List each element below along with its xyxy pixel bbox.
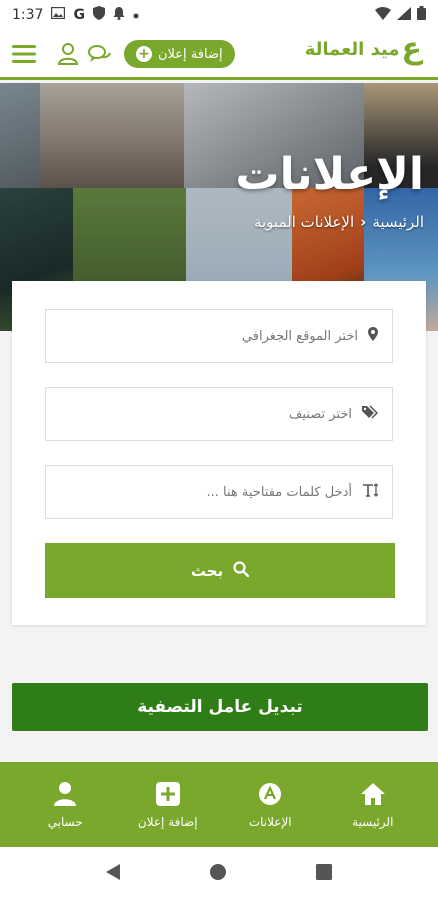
text-height-icon — [362, 483, 379, 501]
search-icon — [233, 560, 250, 581]
chevron-icon: ‹ — [360, 213, 367, 231]
plus-icon: + — [136, 46, 152, 62]
battery-icon — [417, 6, 426, 24]
page-title: الإعلانات — [235, 149, 424, 200]
ads-icon — [258, 781, 282, 807]
home-icon — [360, 781, 385, 807]
nav-add-ad-label: إضافة إعلان — [137, 814, 198, 829]
keywords-placeholder: أدخل كلمات مفتاحية هنا ... — [206, 484, 352, 500]
logo-text: ميد العمالة — [304, 38, 400, 60]
category-placeholder: اختر تصنيف — [288, 406, 352, 422]
recents-icon[interactable] — [316, 863, 332, 884]
location-placeholder: اختر الموقع الجغرافي — [241, 328, 358, 344]
nav-home[interactable]: الرئيسية — [328, 781, 418, 829]
nav-account[interactable]: حسابي — [20, 781, 110, 829]
user-profile-icon[interactable] — [56, 42, 80, 66]
status-bar: 1:37 G — [0, 0, 438, 30]
back-icon[interactable] — [106, 863, 120, 884]
site-logo[interactable]: ميد العمالة ع — [305, 34, 422, 64]
nav-ads[interactable]: الإعلانات — [225, 781, 315, 829]
map-marker-icon — [368, 327, 378, 345]
gallery-notification-icon — [51, 6, 66, 23]
menu-icon[interactable] — [12, 42, 36, 66]
nav-add-ad[interactable]: إضافة إعلان — [123, 781, 213, 829]
dot-notification-icon — [133, 7, 139, 23]
messages-icon[interactable] — [88, 42, 112, 66]
add-ad-header-button[interactable]: + إضافة إعلان — [124, 40, 235, 68]
app-header: + إضافة إعلان ميد العمالة ع — [0, 30, 438, 80]
search-button[interactable]: بحث — [45, 543, 395, 598]
home-circle-icon[interactable] — [210, 863, 226, 884]
nav-account-label: حسابي — [47, 814, 83, 829]
system-navigation-bar — [0, 847, 438, 900]
google-notification-icon: G — [73, 7, 85, 23]
tags-icon — [362, 405, 379, 423]
search-label: بحث — [190, 561, 224, 580]
breadcrumb: الرئيسية ‹ الإعلانات المبوبة — [254, 213, 424, 231]
breadcrumb-home[interactable]: الرئيسية — [372, 213, 424, 231]
logo-mark: ع — [401, 31, 423, 66]
wifi-icon — [375, 6, 391, 24]
signal-icon — [397, 6, 411, 24]
user-icon — [54, 781, 77, 807]
status-time: 1:37 — [12, 7, 44, 23]
keywords-input[interactable]: أدخل كلمات مفتاحية هنا ... — [45, 465, 393, 519]
bottom-navigation: الرئيسية الإعلانات إضافة إعلان حسابي — [0, 762, 438, 847]
nav-ads-label: الإعلانات — [248, 814, 292, 829]
nav-home-label: الرئيسية — [352, 814, 394, 829]
add-icon — [155, 781, 180, 807]
add-ad-header-label: إضافة إعلان — [158, 46, 223, 62]
search-card: اختر الموقع الجغرافي اختر تصنيف أدخل كلم… — [12, 281, 426, 625]
breadcrumb-current: الإعلانات المبوبة — [253, 213, 355, 231]
bell-notification-icon — [113, 6, 125, 24]
filter-toggle-button[interactable]: تبديل عامل التصفية — [12, 683, 428, 731]
location-select[interactable]: اختر الموقع الجغرافي — [45, 309, 393, 363]
category-select[interactable]: اختر تصنيف — [45, 387, 393, 441]
shield-notification-icon — [92, 6, 105, 24]
